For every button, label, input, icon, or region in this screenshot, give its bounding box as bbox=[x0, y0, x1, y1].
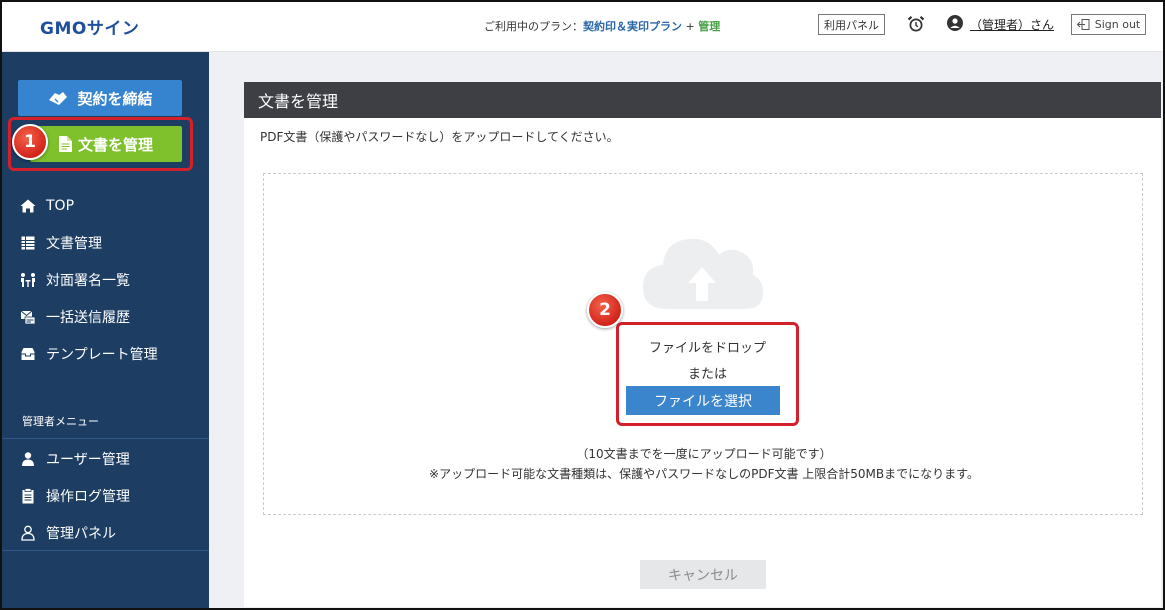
clipboard-icon bbox=[22, 487, 34, 503]
file-drop-zone[interactable]: 2 ファイルをドロップ または ファイルを選択 （10文書までを一度にアップロー… bbox=[263, 173, 1143, 515]
sign-out-button[interactable]: Sign out bbox=[1071, 14, 1146, 35]
usage-panel-button[interactable]: 利用パネル bbox=[818, 14, 885, 35]
cloud-upload-icon bbox=[643, 238, 763, 309]
nav-label-documents: 文書管理 bbox=[46, 235, 102, 252]
step-badge-1: 1 bbox=[12, 124, 48, 160]
plan-prefix: ご利用中のプラン： bbox=[484, 20, 583, 33]
nav-label-operation-log: 操作ログ管理 bbox=[46, 488, 130, 505]
nav-item-operation-log[interactable]: 操作ログ管理 bbox=[2, 477, 209, 514]
nav-item-documents[interactable]: 文書管理 bbox=[2, 224, 209, 261]
nav-label-top: TOP bbox=[46, 197, 75, 214]
nav-item-templates[interactable]: テンプレート管理 bbox=[2, 335, 209, 372]
nav-label-admin-panel: 管理パネル bbox=[46, 525, 116, 542]
plan-plus: + bbox=[682, 20, 699, 33]
bulk-send-icon bbox=[20, 310, 36, 324]
main-nav: TOP 文書管理 対面署名一覧 一括送信履歴 テンプレート管理 bbox=[2, 187, 209, 372]
contract-label: 契約を締結 bbox=[77, 89, 153, 108]
file-type-note: ※アップロード可能な文書種類は、保護やパスワードなしのPDF文書 上限合計50M… bbox=[429, 467, 979, 481]
template-icon bbox=[21, 347, 35, 360]
admin-bottom-divider bbox=[2, 550, 209, 551]
or-text: または bbox=[687, 367, 727, 382]
step-badge-2: 2 bbox=[587, 292, 623, 328]
user-avatar-icon[interactable] bbox=[947, 15, 963, 31]
table-icon bbox=[21, 236, 35, 249]
select-file-button[interactable]: ファイルを選択 bbox=[626, 386, 780, 415]
plan-name: 契約印＆実印プラン bbox=[583, 20, 682, 33]
user-name-link[interactable]: （管理者）さん bbox=[970, 16, 1054, 33]
sign-out-icon bbox=[1076, 19, 1090, 30]
home-icon bbox=[20, 199, 36, 212]
admin-divider bbox=[2, 438, 209, 439]
page-title: 文書を管理 bbox=[244, 82, 1161, 118]
plan-addon: 管理 bbox=[698, 20, 721, 33]
upload-limit-note: （10文書までを一度にアップロード可能です） bbox=[576, 447, 832, 461]
admin-nav: ユーザー管理 操作ログ管理 管理パネル bbox=[2, 440, 209, 551]
nav-item-face-to-face[interactable]: 対面署名一覧 bbox=[2, 261, 209, 298]
admin-menu-heading: 管理者メニュー bbox=[22, 415, 99, 428]
nav-item-bulk-send[interactable]: 一括送信履歴 bbox=[2, 298, 209, 335]
alarm-clock-icon[interactable] bbox=[907, 15, 925, 33]
nav-label-bulk-send: 一括送信履歴 bbox=[46, 309, 130, 326]
sidebar: 契約を締結 文書を管理 1 TOP 文書管理 対面署名一覧 一括送信履歴 テンプ… bbox=[2, 52, 209, 608]
app-window: GMOサイン ご利用中のプラン：契約印＆実印プラン + 管理 利用パネル （管理… bbox=[0, 0, 1165, 610]
sign-out-label: Sign out bbox=[1094, 18, 1141, 31]
admin-user-icon bbox=[21, 525, 35, 541]
nav-label-templates: テンプレート管理 bbox=[46, 346, 158, 363]
user-icon bbox=[22, 451, 34, 466]
handshake-icon bbox=[49, 92, 68, 105]
upload-card: 文書を管理 PDF文書（保護やパスワードなし）をアップロードしてください。 2 … bbox=[244, 82, 1161, 607]
nav-label-face-to-face: 対面署名一覧 bbox=[46, 272, 130, 289]
face-to-face-icon bbox=[21, 272, 35, 287]
drop-file-text: ファイルをドロップ bbox=[648, 341, 766, 356]
gmo-sign-logo[interactable]: GMOサイン bbox=[40, 14, 139, 39]
plan-info: ご利用中のプラン：契約印＆実印プラン + 管理 bbox=[484, 18, 720, 34]
contract-button[interactable]: 契約を締結 bbox=[18, 80, 182, 116]
cancel-button[interactable]: キャンセル bbox=[640, 560, 766, 589]
nav-label-user-management: ユーザー管理 bbox=[46, 451, 130, 468]
nav-item-top[interactable]: TOP bbox=[2, 187, 209, 224]
nav-item-user-management[interactable]: ユーザー管理 bbox=[2, 440, 209, 477]
upload-instructions: PDF文書（保護やパスワードなし）をアップロードしてください。 bbox=[260, 130, 619, 144]
nav-item-admin-panel[interactable]: 管理パネル bbox=[2, 514, 209, 551]
top-header: GMOサイン ご利用中のプラン：契約印＆実印プラン + 管理 利用パネル （管理… bbox=[2, 2, 1163, 52]
